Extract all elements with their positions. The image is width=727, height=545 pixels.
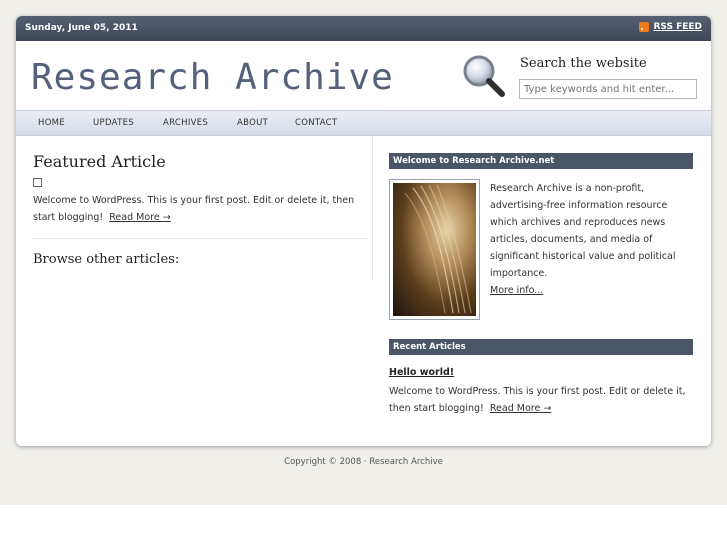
sidebar: Welcome to Research Archive.net Research… [389, 153, 693, 414]
top-bar: Sunday, June 05, 2011 RSS FEED [16, 16, 711, 41]
book-photo [393, 183, 476, 316]
welcome-widget-title: Welcome to Research Archive.net [389, 153, 693, 169]
site-logo[interactable]: Research Archive [31, 57, 394, 98]
page-container: Sunday, June 05, 2011 RSS FEED Research … [16, 16, 711, 446]
rss-feed-label: RSS FEED [653, 22, 702, 32]
about-text: Research Archive is a non-profit, advert… [490, 180, 696, 299]
book-image [389, 179, 480, 320]
more-info-link[interactable]: More info... [490, 285, 543, 296]
rss-icon [639, 22, 650, 32]
main-content: Featured Article Welcome to WordPress. T… [16, 135, 711, 446]
recent-post-excerpt: Welcome to WordPress. This is your first… [389, 383, 695, 417]
featured-excerpt: Welcome to WordPress. This is your first… [33, 192, 363, 226]
nav-item-archives[interactable]: ARCHIVES [163, 118, 208, 128]
recent-post-link[interactable]: Hello world! [389, 367, 454, 378]
rss-feed-link[interactable]: RSS FEED [639, 22, 702, 32]
nav-item-home[interactable]: HOME [38, 118, 65, 128]
divider [33, 238, 368, 239]
search-input[interactable] [519, 79, 697, 99]
nav-item-updates[interactable]: UPDATES [93, 118, 134, 128]
site-header: Research Archive Search the website [16, 41, 711, 110]
recent-articles-widget: Recent Articles Hello world! Welcome to … [389, 339, 693, 414]
main-navigation: HOME UPDATES ARCHIVES ABOUT CONTACT [16, 110, 711, 136]
recent-articles-title: Recent Articles [389, 339, 693, 355]
featured-article-title: Featured Article [33, 152, 166, 171]
search-icon [463, 55, 505, 97]
search-title: Search the website [520, 56, 647, 71]
nav-item-contact[interactable]: CONTACT [295, 118, 337, 128]
current-date: Sunday, June 05, 2011 [25, 23, 138, 33]
featured-read-more-link[interactable]: Read More → [109, 212, 170, 223]
book-pages-graphic [404, 184, 472, 314]
recent-read-more-link[interactable]: Read More → [490, 403, 551, 414]
featured-excerpt-text: Welcome to WordPress. This is your first… [33, 195, 355, 223]
nav-item-about[interactable]: ABOUT [237, 118, 268, 128]
about-description: Research Archive is a non-profit, advert… [490, 183, 676, 279]
broken-image-icon [33, 178, 42, 187]
featured-column: Featured Article Welcome to WordPress. T… [33, 135, 373, 280]
browse-articles-title: Browse other articles: [33, 252, 180, 267]
footer-copyright: Copyright © 2008 · Research Archive [284, 457, 443, 467]
